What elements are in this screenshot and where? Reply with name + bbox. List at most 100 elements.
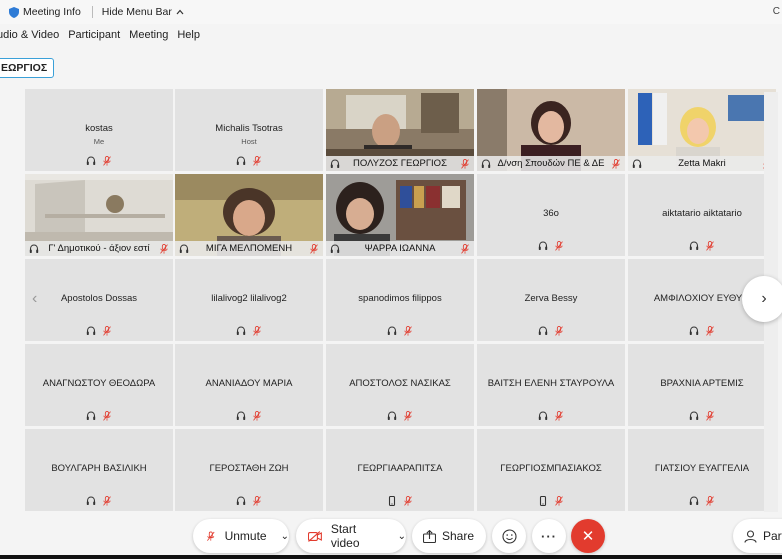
share-button[interactable]: Share [412, 519, 486, 553]
headset-icon [481, 158, 491, 168]
participant-status-icons [25, 496, 173, 506]
participant-name: ΠΟΛΥΖΟΣ ΓΕΩΡΓΙΟΣ [353, 158, 447, 169]
participant-name: Zetta Makri [678, 158, 726, 169]
meeting-info-button[interactable]: Meeting Info [9, 6, 81, 18]
participant-tile[interactable]: kostas Me [25, 89, 173, 171]
participant-name: ΨΑΡΡΑ ΙΩΑΝΝΑ [364, 243, 436, 254]
participant-tile[interactable]: ΒΟΥΛΓΑΡΗ ΒΑΣΙΛΙΚΗ [25, 429, 173, 511]
participant-tile[interactable]: ΓΙΑΤΣΙΟΥ ΕΥΑΓΓΕΛΙΑ [628, 429, 776, 511]
muted-mic-icon [103, 411, 111, 421]
participant-tile[interactable]: ΠΟΛΥΖΟΣ ΓΕΩΡΓΙΟΣ [326, 89, 474, 171]
meeting-controls: Unmute ⌄ Start video ⌄ Share ··· ✕ Par [0, 514, 782, 559]
previous-page-arrow[interactable]: ‹ [32, 290, 44, 307]
participant-tile[interactable]: ΒΡΑΧΝΙΑ ΑΡΤΕΜΙΣ [628, 344, 776, 426]
more-options-button[interactable]: ··· [532, 519, 566, 553]
smiley-icon [501, 528, 517, 544]
participant-tile[interactable]: ΓΕΩΡΓΙΑΑΡΑΠΙΤΣΑ [326, 429, 474, 511]
participant-status-icons [25, 411, 173, 421]
participant-label-bar: Δ/νση Σπουδών ΠΕ & ΔΕ [477, 156, 625, 171]
next-page-button[interactable]: › [742, 276, 782, 322]
participant-name: Zerva Bessy [524, 293, 578, 304]
divider [91, 6, 93, 18]
chevron-down-icon[interactable]: ⌄ [398, 531, 406, 542]
participant-name: Apostolos Dossas [60, 293, 138, 304]
participants-label: Parti [763, 529, 782, 543]
participant-status-icons [628, 411, 776, 421]
participant-tile[interactable]: Michalis Tsotras Host [175, 89, 323, 171]
meeting-info-label: Meeting Info [23, 6, 81, 18]
participant-tile[interactable]: Zetta Makri [628, 89, 776, 171]
hide-menu-bar-button[interactable]: Hide Menu Bar [102, 6, 184, 18]
headset-icon [86, 156, 96, 165]
participant-label-bar: ΠΟΛΥΖΟΣ ΓΕΩΡΓΙΟΣ [326, 156, 474, 171]
share-label: Share [442, 529, 475, 543]
participant-tile[interactable]: lilalivog2 lilalivog2 [175, 259, 323, 341]
participant-name: Michalis Tsotras [215, 123, 283, 134]
participant-name: ΓΕΡΟΣΤΑΘΗ ΖΩΗ [209, 463, 289, 474]
participant-tile[interactable]: Apostolos Dossas [25, 259, 173, 341]
menu-meeting[interactable]: Meeting [129, 29, 168, 41]
start-video-button[interactable]: Start video ⌄ [296, 519, 406, 553]
participant-tile[interactable]: ΑΠΟΣΤΟΛΟΣ ΝΑΣΙΚΑΣ [326, 344, 474, 426]
muted-mic-icon [160, 243, 168, 254]
video-off-icon [308, 530, 322, 542]
leave-meeting-button[interactable]: ✕ [571, 519, 605, 553]
headset-icon [689, 241, 699, 250]
participant-tile[interactable]: ΨΑΡΡΑ ΙΩΑΝΝΑ [326, 174, 474, 256]
menu-audio-video[interactable]: udio & Video [0, 29, 59, 41]
share-icon [423, 529, 436, 543]
participant-tile[interactable]: spanodimos filippos [326, 259, 474, 341]
title-bar: Meeting Info Hide Menu Bar C [0, 0, 782, 24]
muted-mic-icon [103, 156, 111, 166]
headset-icon [86, 326, 96, 335]
participant-tile[interactable]: Δ/νση Σπουδών ΠΕ & ΔΕ [477, 89, 625, 171]
muted-mic-icon [706, 241, 714, 251]
headset-icon [387, 411, 397, 420]
muted-mic-icon [706, 411, 714, 421]
muted-mic-icon [706, 326, 714, 336]
headset-icon [689, 496, 699, 505]
participant-status-icons [175, 496, 323, 506]
participant-status-icons [175, 156, 323, 166]
muted-mic-icon [253, 496, 261, 506]
participant-tile[interactable]: ΜΙΓΑ ΜΕΛΠΟΜΕΝΗ [175, 174, 323, 256]
active-speaker-chip[interactable]: ΕΩΡΓΙΟΣ [0, 58, 55, 78]
headset-icon [330, 243, 340, 253]
participant-name: Γ' Δημοτικού - άξιον εστί [48, 243, 150, 254]
participant-label-bar: ΨΑΡΡΑ ΙΩΑΝΝΑ [326, 241, 474, 256]
participant-status-icons [628, 496, 776, 506]
shield-icon [9, 6, 19, 18]
headset-icon [538, 326, 548, 335]
participant-tile[interactable]: ΒΑΙΤΣΗ ΕΛΕΝΗ ΣΤΑΥΡΟΥΛΑ [477, 344, 625, 426]
unmute-button[interactable]: Unmute ⌄ [193, 519, 289, 553]
participant-name: ΒΟΥΛΓΑΡΗ ΒΑΣΙΛΙΚΗ [51, 463, 147, 474]
headset-icon [29, 243, 39, 253]
participant-tile[interactable]: Zerva Bessy [477, 259, 625, 341]
participant-label-bar: ΜΙΓΑ ΜΕΛΠΟΜΕΝΗ [175, 241, 323, 256]
participant-name: ΓΕΩΡΓΙΟΣΜΠΑΣΙΑΚΟΣ [500, 463, 602, 474]
participant-role: Me [93, 137, 105, 146]
headset-icon [236, 326, 246, 335]
hide-menu-label: Hide Menu Bar [101, 6, 172, 18]
reactions-button[interactable] [492, 519, 526, 553]
participant-tile[interactable]: 36o [477, 174, 625, 256]
participants-button[interactable]: Parti [733, 519, 782, 553]
participant-status-icons [326, 496, 474, 506]
muted-mic-icon [103, 326, 111, 336]
participant-tile[interactable]: aiktatario aiktatario [628, 174, 776, 256]
headset-icon [689, 411, 699, 420]
participant-tile[interactable]: ΓΕΡΟΣΤΑΘΗ ΖΩΗ [175, 429, 323, 511]
muted-mic-icon [207, 531, 215, 541]
participant-tile[interactable]: Γ' Δημοτικού - άξιον εστί [25, 174, 173, 256]
participant-name: ΑΝΑΓΝΩΣΤΟΥ ΘΕΟΔΩΡΑ [42, 378, 156, 389]
menu-participant[interactable]: Participant [68, 29, 120, 41]
menu-help[interactable]: Help [177, 29, 200, 41]
participant-tile[interactable]: ΑΝΑΓΝΩΣΤΟΥ ΘΕΟΔΩΡΑ [25, 344, 173, 426]
muted-mic-icon [310, 243, 318, 254]
participant-tile[interactable]: ΓΕΩΡΓΙΟΣΜΠΑΣΙΑΚΟΣ [477, 429, 625, 511]
headset-icon [236, 156, 246, 165]
participant-tile[interactable]: ΑΝΑΝΙΑΔΟΥ ΜΑΡΙΑ [175, 344, 323, 426]
window-control-partial[interactable]: C [773, 6, 780, 17]
chevron-down-icon[interactable]: ⌄ [281, 531, 289, 542]
headset-icon [330, 158, 340, 168]
